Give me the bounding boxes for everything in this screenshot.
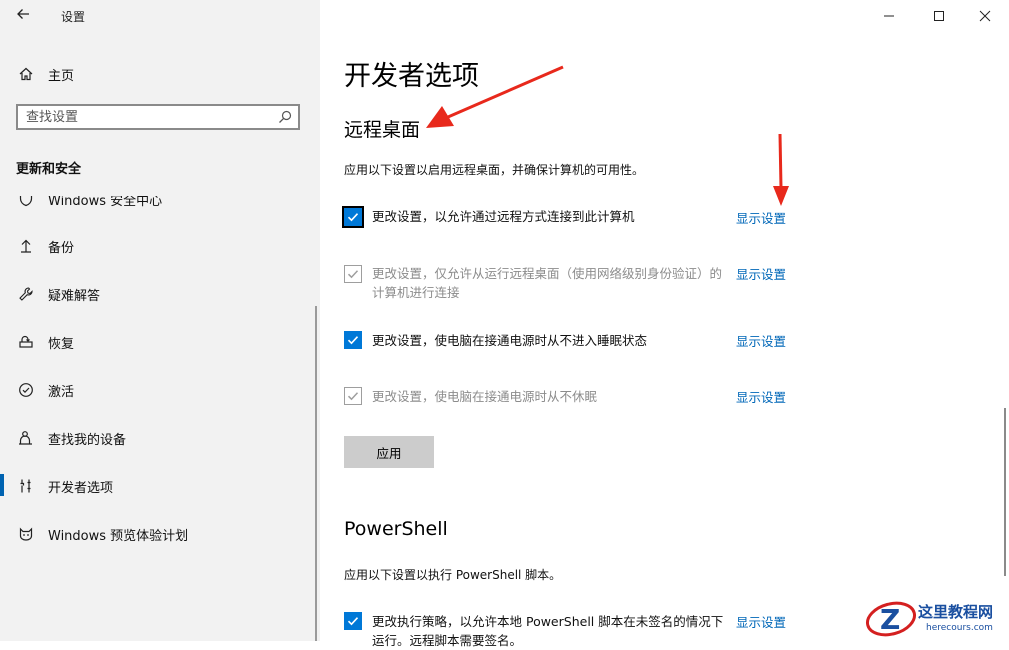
watermark-url: herecours.com — [926, 623, 993, 633]
sidebar-item-insider[interactable]: Windows 预览体验计划 — [16, 523, 188, 545]
never-hibernate-checkbox[interactable] — [344, 387, 362, 405]
main-scrollbar[interactable] — [1004, 408, 1006, 576]
never-sleep-label: 更改设置，使电脑在接通电源时从不进入睡眠状态 — [372, 333, 648, 348]
app-title: 设置 — [61, 10, 86, 24]
never-hibernate-show-settings-link[interactable]: 显示设置 — [736, 387, 786, 406]
close-icon — [979, 10, 991, 22]
section-title: 更新和安全 — [16, 162, 82, 177]
active-indicator — [0, 474, 4, 496]
checkmark-icon — [347, 213, 359, 222]
sidebar-item-home[interactable]: 主页 — [16, 64, 74, 84]
sidebar-item-label: 备份 — [48, 240, 75, 256]
remote-connection-checkbox[interactable] — [342, 206, 364, 228]
checkmark-icon — [347, 617, 359, 626]
activation-icon — [16, 380, 36, 400]
remote-desktop-description: 应用以下设置以启用远程桌面，并确保计算机的可用性。 — [344, 163, 645, 177]
person-location-icon — [16, 428, 36, 448]
nla-only-label: 更改设置，仅允许从运行远程桌面（使用网络级别身份验证）的计算机进行连接 — [372, 266, 723, 300]
never-hibernate-label: 更改设置，使电脑在接通电源时从不休眠 — [372, 389, 598, 404]
site-watermark: Z 这里教程网 herecours.com — [862, 597, 1009, 641]
execution-policy-show-settings-link[interactable]: 显示设置 — [736, 612, 786, 631]
sidebar-item-find-my-device[interactable]: 查找我的设备 — [16, 427, 126, 449]
sidebar-item-developer-options[interactable]: 开发者选项 — [16, 475, 113, 497]
search-box[interactable] — [16, 104, 300, 130]
watermark-title: 这里教程网 — [918, 603, 994, 621]
minimize-icon — [884, 15, 894, 17]
sidebar-item-label: 疑难解答 — [48, 288, 101, 304]
remote-desktop-heading: 远程桌面 — [344, 119, 421, 141]
sidebar-item-security[interactable]: Windows 安全中心 — [16, 193, 316, 210]
back-arrow-icon — [17, 9, 29, 19]
backup-icon — [16, 236, 36, 256]
sidebar-item-backup[interactable]: 备份 — [16, 235, 74, 257]
back-button[interactable] — [12, 6, 34, 28]
sidebar-item-activation[interactable]: 激活 — [16, 379, 74, 401]
never-sleep-checkbox[interactable] — [344, 331, 362, 349]
powershell-description: 应用以下设置以执行 PowerShell 脚本。 — [344, 568, 562, 582]
minimize-button[interactable] — [866, 4, 912, 28]
sidebar-item-recovery[interactable]: 恢复 — [16, 331, 74, 353]
sidebar-item-label: 激活 — [48, 384, 75, 400]
home-icon — [16, 64, 36, 84]
sidebar-item-label: 开发者选项 — [48, 480, 114, 496]
sidebar-item-label: 恢复 — [48, 336, 75, 352]
remote-connection-label: 更改设置，以允许通过远程方式连接到此计算机 — [372, 209, 635, 224]
site-logo-icon: Z — [865, 601, 917, 637]
maximize-button[interactable] — [916, 4, 962, 28]
search-icon[interactable] — [278, 110, 292, 124]
nla-only-show-settings-link[interactable]: 显示设置 — [736, 264, 786, 283]
nla-only-checkbox[interactable] — [344, 265, 362, 283]
close-button[interactable] — [962, 4, 1008, 28]
sidebar: 设置 主页 更新和安全 Windows 安全中心 备份 疑难解答 恢复 — [0, 0, 320, 641]
checkmark-icon — [347, 392, 359, 401]
shield-icon — [16, 196, 36, 209]
sidebar-item-label: 主页 — [48, 68, 75, 84]
never-sleep-show-settings-link[interactable]: 显示设置 — [736, 331, 786, 350]
powershell-heading: PowerShell — [344, 518, 448, 540]
main-content: 开发者选项 远程桌面 应用以下设置以启用远程桌面，并确保计算机的可用性。 更改设… — [320, 0, 1009, 648]
developer-tools-icon — [16, 476, 36, 496]
sidebar-item-label: Windows 预览体验计划 — [48, 528, 189, 544]
search-input[interactable] — [26, 106, 266, 128]
apply-button[interactable]: 应用 — [344, 436, 434, 468]
sidebar-item-label: 查找我的设备 — [48, 432, 127, 448]
sidebar-item-label: Windows 安全中心 — [48, 193, 163, 209]
checkmark-icon — [347, 270, 359, 279]
insider-cat-icon — [16, 524, 36, 544]
execution-policy-label: 更改执行策略，以允许本地 PowerShell 脚本在未签名的情况下运行。远程脚… — [372, 614, 724, 648]
wrench-icon — [16, 284, 36, 304]
sidebar-item-troubleshoot[interactable]: 疑难解答 — [16, 283, 100, 305]
maximize-icon — [934, 11, 944, 21]
remote-connection-show-settings-link[interactable]: 显示设置 — [736, 208, 786, 227]
sidebar-scrollbar[interactable] — [315, 306, 317, 641]
checkmark-icon — [347, 336, 359, 345]
recovery-icon — [16, 332, 36, 352]
page-title: 开发者选项 — [344, 61, 479, 92]
execution-policy-checkbox[interactable] — [344, 612, 362, 630]
svg-text:Z: Z — [880, 603, 900, 636]
